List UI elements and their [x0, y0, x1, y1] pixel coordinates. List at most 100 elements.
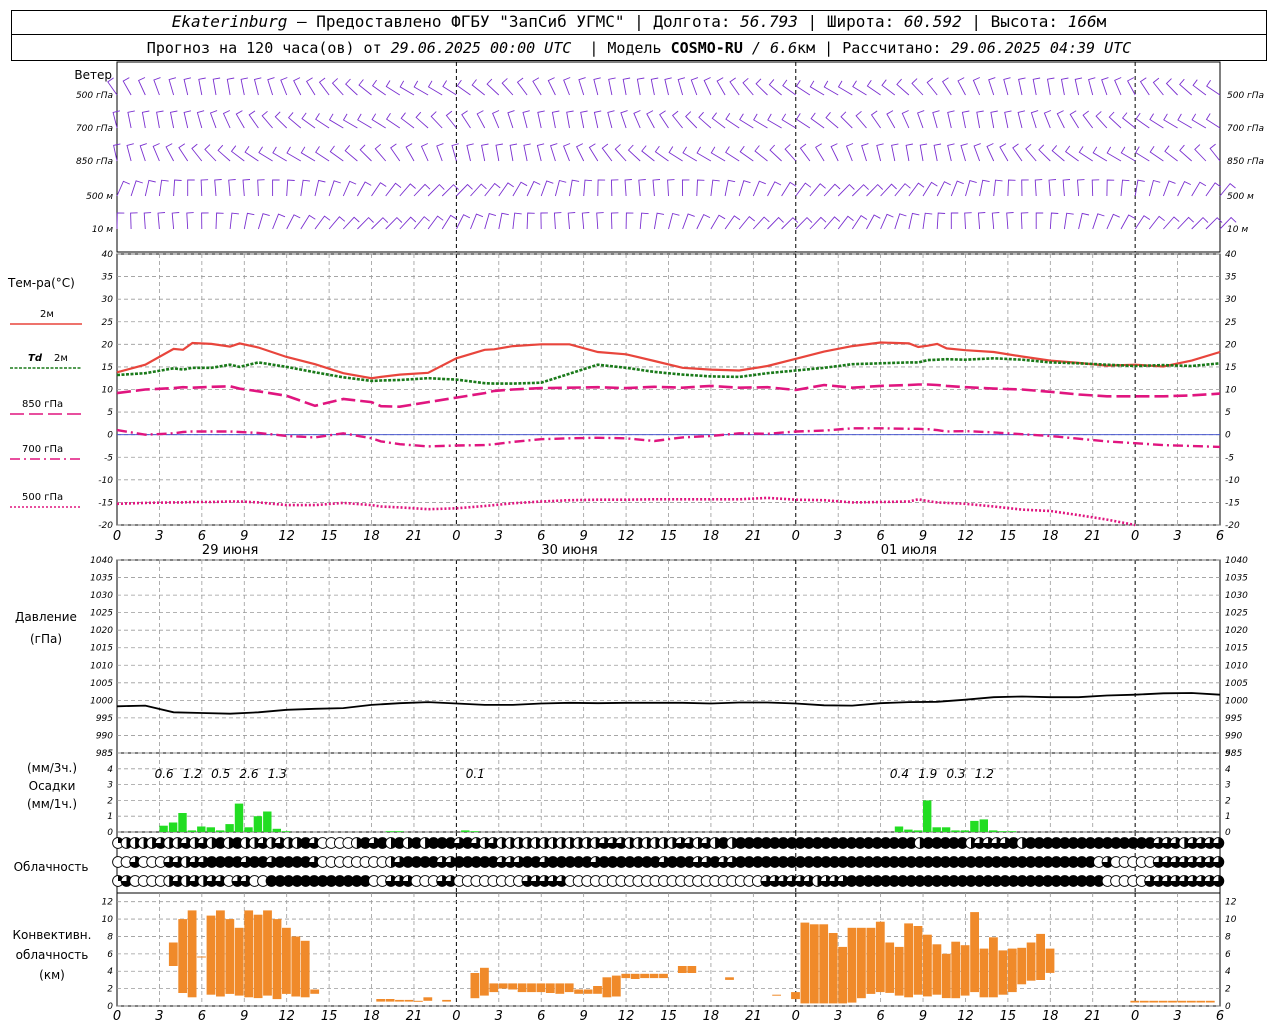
wind-barb: [578, 77, 586, 96]
pressure-tick-left: 1010: [90, 661, 113, 671]
wind-barb: [696, 214, 711, 230]
wind-barb: [1121, 112, 1136, 129]
wind-barb: [1038, 144, 1051, 162]
wind-barb: [257, 179, 265, 197]
wind-barb: [272, 179, 280, 196]
wind-level-right: 500 гПа: [1227, 91, 1264, 101]
cloud-circle: [1212, 856, 1225, 868]
precip-total: 1.9: [918, 767, 937, 781]
wind-barb: [526, 212, 535, 230]
wind-barb: [1206, 80, 1221, 96]
wind-barb: [866, 183, 884, 197]
wind-barb: [1163, 216, 1180, 230]
wind-barb: [222, 110, 231, 129]
temp-hour-label: 21: [406, 529, 423, 544]
wind-barb: [823, 216, 841, 230]
conv-bar: [489, 983, 499, 993]
wind-barb: [126, 143, 134, 162]
wind-barb: [624, 179, 632, 197]
wind-barb: [1192, 79, 1207, 96]
wind-barb: [986, 143, 995, 162]
wind-barb: [901, 110, 910, 129]
wind-barb: [196, 110, 205, 129]
wind-barb: [427, 183, 445, 197]
wind-barb: [1179, 78, 1192, 96]
conv-bar: [1196, 1000, 1206, 1003]
wind-barb: [837, 80, 853, 96]
wind-barb: [300, 214, 316, 230]
wind-barb: [550, 143, 558, 162]
wind-title: Ветер: [74, 68, 112, 82]
wind-barb: [664, 77, 672, 96]
wind-barb: [575, 143, 585, 162]
wind-barb: [209, 110, 218, 129]
wind-barb: [267, 77, 275, 96]
wind-barb: [1030, 110, 1039, 129]
wind-barb: [742, 77, 754, 96]
conv-bar: [828, 933, 838, 1004]
conv-tick-left: 10: [102, 915, 114, 925]
wind-barb: [830, 143, 839, 162]
conv-bar: [970, 912, 979, 993]
wind-barb: [610, 179, 619, 197]
wind-barb: [905, 143, 913, 162]
conv-bar: [272, 919, 282, 1000]
wind-barb: [1092, 213, 1105, 230]
conv-hour-label: 18: [703, 1009, 720, 1024]
wind-barb: [690, 77, 699, 96]
pressure-tick-right: 990: [1225, 731, 1242, 741]
wind-barb: [442, 80, 457, 96]
conv-hour-label: 15: [1000, 1009, 1017, 1024]
wind-barb: [212, 77, 221, 96]
wind-barb: [999, 143, 1009, 162]
conv-bar: [979, 948, 989, 998]
wind-barb: [243, 212, 255, 230]
wind-barb: [204, 144, 217, 162]
wind-barb: [880, 213, 894, 230]
pressure-tick-right: 1020: [1225, 626, 1248, 636]
wind-barb: [342, 216, 360, 230]
pressure-tick-left: 1005: [90, 679, 113, 689]
precip-unit-top: (мм/3ч.): [27, 761, 77, 775]
temp-tick-right: 5: [1225, 408, 1231, 418]
wind-barb: [990, 110, 998, 129]
wind-barb: [1163, 113, 1178, 129]
wind-barb: [141, 110, 150, 129]
wind-barb: [547, 77, 556, 96]
temp-tick-left: -15: [98, 498, 113, 508]
wind-barb: [1049, 212, 1059, 230]
temp-hour-label: 6: [537, 529, 545, 544]
temp-hour-label: 6: [198, 529, 206, 544]
wind-barb: [178, 143, 189, 162]
wind-barb: [752, 180, 766, 197]
conv-tick-left: 6: [107, 950, 113, 960]
precip-total: 0.6: [155, 767, 174, 781]
wind-barb: [710, 179, 720, 197]
wind-barb: [470, 183, 487, 197]
wind-barb: [583, 179, 593, 197]
wind-barb: [767, 181, 782, 197]
conv-bar: [498, 983, 508, 989]
wind-barb: [1194, 144, 1207, 162]
wind-barb: [597, 179, 606, 197]
precip-tick-left: 1: [107, 812, 113, 822]
conv-bar: [989, 937, 998, 998]
wind-barb: [314, 179, 326, 197]
temp-hour-label: 0: [113, 529, 121, 544]
wind-barb: [445, 110, 457, 129]
wind-level-left: 700 гПа: [76, 124, 113, 134]
wind-barb: [1003, 77, 1011, 96]
wind-barb: [795, 216, 813, 230]
conv-bar: [659, 973, 668, 979]
wind-barb: [639, 212, 649, 230]
wind-barb: [866, 79, 881, 96]
wind-barb: [1006, 212, 1014, 230]
precip-bar: [923, 800, 932, 832]
temp-tick-right: 25: [1225, 318, 1237, 328]
precip-bar: [904, 829, 913, 832]
wind-barb: [941, 77, 952, 96]
date-label: 01 июля: [881, 543, 937, 558]
wind-barb: [551, 110, 560, 129]
wind-barb: [253, 77, 262, 96]
temp-hour-label: 21: [745, 529, 762, 544]
